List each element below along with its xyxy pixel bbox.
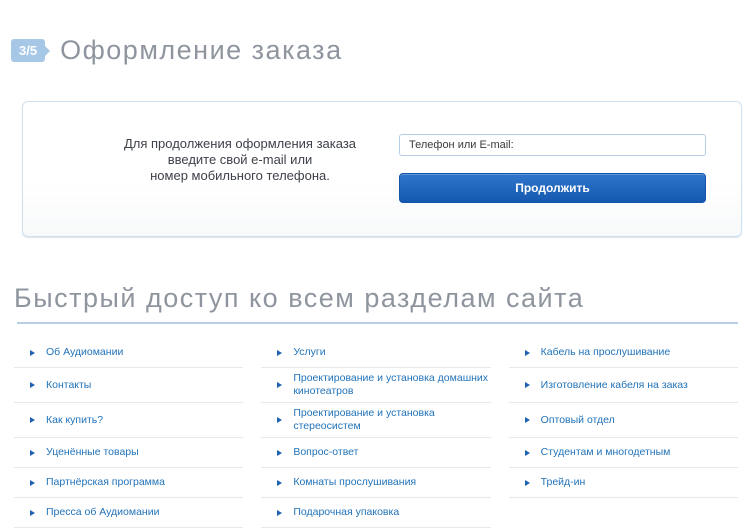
quick-link[interactable]: Как купить?: [14, 403, 244, 439]
quick-link[interactable]: Партнёрская программа: [14, 468, 244, 499]
quick-link-label: Об Аудиомании: [46, 346, 124, 359]
triangle-right-icon: [524, 449, 530, 456]
instruction-text: Для продолжения оформления заказа введит…: [124, 134, 356, 236]
quick-link-label: Уценённые товары: [46, 446, 139, 459]
triangle-right-icon: [277, 349, 283, 356]
triangle-right-icon: [524, 349, 530, 356]
quick-link-label: Партнёрская программа: [46, 476, 165, 489]
header: 3/5 Оформление заказа: [0, 0, 752, 84]
quick-link-label: Проектирование и установка домашних кино…: [293, 372, 489, 398]
triangle-right-icon: [524, 417, 530, 424]
quick-link-label: Комнаты прослушивания: [293, 476, 417, 489]
quick-link-label: Кабель на прослушивание: [540, 346, 671, 359]
quick-link-label: Вопрос-ответ: [293, 446, 359, 459]
triangle-right-icon: [277, 382, 283, 389]
triangle-right-icon: [30, 449, 35, 456]
triangle-right-icon: [277, 479, 283, 486]
quick-link[interactable]: Услуги: [261, 338, 491, 369]
quick-link[interactable]: Уценённые товары: [14, 438, 244, 469]
section-divider: [17, 322, 738, 325]
phone-email-input[interactable]: [399, 134, 706, 157]
quick-link-label: Подарочная упаковка: [293, 506, 400, 519]
quick-link[interactable]: Кабель на прослушивание: [508, 338, 738, 369]
quick-link[interactable]: Проектирование и установка стереосистем: [261, 403, 491, 439]
quick-link[interactable]: Комнаты прослушивания: [261, 468, 491, 499]
quick-access-grid: Об Аудиомании Контакты Как купить? Уценённы…: [14, 338, 738, 528]
page-title: Оформление заказа: [60, 35, 343, 66]
quick-link-label: Контакты: [46, 378, 92, 391]
quick-link-label: Студентам и многодетным: [540, 446, 671, 459]
triangle-right-icon: [524, 479, 530, 486]
triangle-right-icon: [277, 509, 283, 516]
triangle-right-icon: [30, 382, 35, 389]
quick-link[interactable]: Трейд-ин: [508, 468, 738, 499]
quick-link-label: Пресса об Аудиомании: [46, 506, 160, 519]
continue-button[interactable]: Продолжить: [399, 173, 706, 204]
instruction-line-3: номер мобильного телефона.: [150, 168, 330, 184]
checkout-panel: Для продолжения оформления заказа введит…: [22, 101, 742, 238]
triangle-right-icon: [30, 349, 35, 356]
quick-link-label: Оптовый отдел: [540, 413, 615, 426]
triangle-right-icon: [30, 479, 35, 486]
triangle-right-icon: [30, 509, 35, 516]
quick-link[interactable]: Подарочная упаковка: [261, 498, 491, 528]
quick-link[interactable]: Об Аудиомании: [14, 338, 244, 369]
quick-link-label: Изготовление кабеля на заказ: [540, 378, 688, 391]
triangle-right-icon: [277, 449, 283, 456]
quick-link-label: Как купить?: [46, 413, 104, 426]
quick-link-label: Проектирование и установка стереосистем: [293, 407, 435, 433]
checkout-panel-form: Продолжить: [399, 134, 706, 236]
quick-link[interactable]: Оптовый отдел: [508, 403, 738, 439]
quick-link[interactable]: Вопрос-ответ: [261, 438, 491, 469]
instruction-line-2: введите свой e-mail или: [167, 152, 313, 168]
quick-link[interactable]: Контакты: [14, 368, 244, 404]
quick-link-label: Трейд-ин: [540, 476, 586, 489]
quick-link[interactable]: Студентам и многодетным: [508, 438, 738, 469]
checkout-panel-left: Для продолжения оформления заказа введит…: [81, 134, 399, 236]
step-badge: 3/5: [11, 39, 46, 63]
instruction-line-1: Для продолжения оформления заказа: [123, 136, 357, 152]
quick-link[interactable]: Пресса об Аудиомании: [14, 498, 244, 528]
quick-link-label: Услуги: [293, 346, 326, 359]
quick-access-title: Быстрый доступ ко всем разделам сайта: [14, 283, 585, 314]
triangle-right-icon: [524, 382, 530, 389]
quick-link[interactable]: Проектирование и установка домашних кино…: [261, 368, 491, 404]
triangle-right-icon: [277, 417, 283, 424]
triangle-right-icon: [30, 417, 35, 424]
quick-link[interactable]: Изготовление кабеля на заказ: [508, 368, 738, 404]
